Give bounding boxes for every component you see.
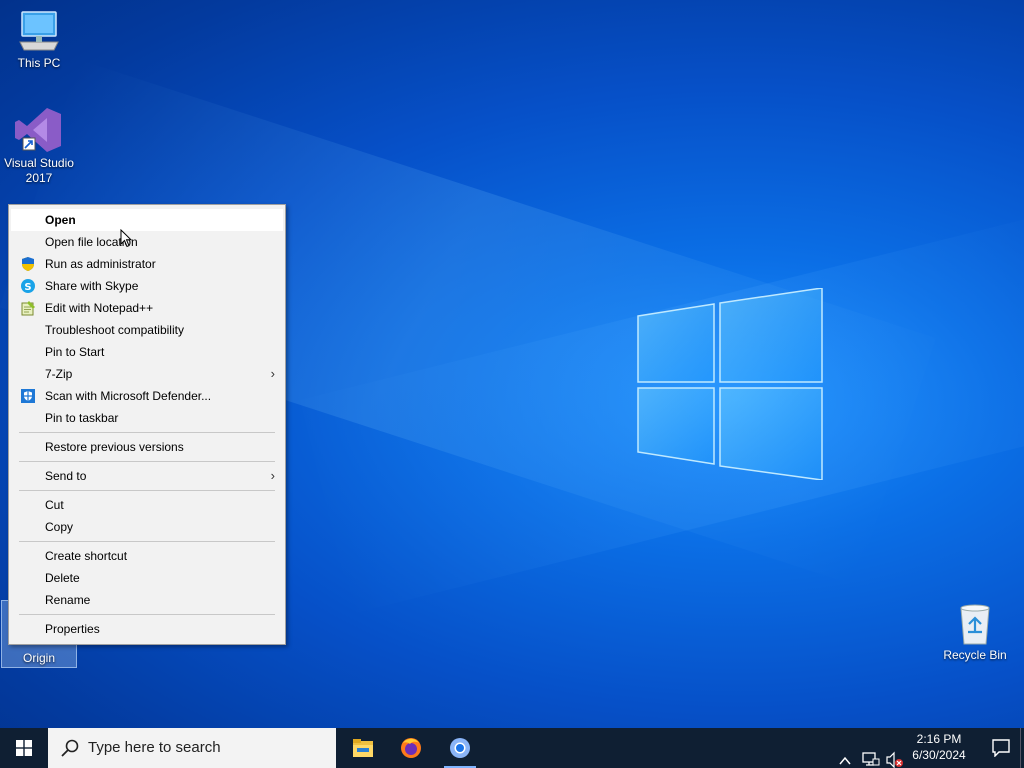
menu-separator xyxy=(19,432,275,433)
mouse-cursor-icon xyxy=(120,229,132,248)
menu-item-open-file-location[interactable]: Open file location xyxy=(11,231,283,253)
start-button[interactable] xyxy=(0,728,48,768)
menu-item-label: Restore previous versions xyxy=(45,440,184,454)
desktop-icon-label: 2017 xyxy=(25,171,53,185)
clock-time: 2:16 PM xyxy=(916,732,962,746)
windows-wallpaper-logo xyxy=(637,288,823,480)
menu-item-label: Scan with Microsoft Defender... xyxy=(45,389,212,403)
menu-item-label: Cut xyxy=(45,498,64,512)
desktop-icon-label: Origin xyxy=(22,651,55,665)
taskbar: Type here to search 2:16 PM 6/30/2024 xyxy=(0,728,1024,768)
defender-icon xyxy=(21,389,35,403)
taskbar-app-file-explorer[interactable] xyxy=(339,728,387,768)
notification-icon xyxy=(992,739,1010,757)
menu-item-edit-with-notepad-plus-plus[interactable]: Edit with Notepad++ xyxy=(11,297,283,319)
desktop-icon-recycle-bin[interactable]: Recycle Bin xyxy=(937,602,1013,663)
menu-item-pin-to-taskbar[interactable]: Pin to taskbar xyxy=(11,407,283,429)
visual-studio-icon xyxy=(15,108,61,152)
taskbar-app-firefox[interactable] xyxy=(387,728,435,768)
desktop-icon-label: This PC xyxy=(17,56,61,70)
menu-separator xyxy=(19,461,275,462)
clock-date: 6/30/2024 xyxy=(912,748,966,762)
chevron-up-icon[interactable] xyxy=(838,741,852,768)
menu-item-rename[interactable]: Rename xyxy=(11,589,283,611)
menu-item-label: Edit with Notepad++ xyxy=(45,301,154,315)
menu-item-label: Delete xyxy=(45,571,80,585)
skype-icon: S xyxy=(21,279,35,293)
menu-item-label: Open xyxy=(45,213,76,227)
chevron-right-icon: › xyxy=(270,468,275,483)
menu-item-label: Send to xyxy=(45,469,87,483)
menu-item-copy[interactable]: Copy xyxy=(11,516,283,538)
taskbar-clock[interactable]: 2:16 PM 6/30/2024 xyxy=(900,731,978,763)
chrome-icon xyxy=(450,738,470,758)
menu-item-troubleshoot-compatibility[interactable]: Troubleshoot compatibility xyxy=(11,319,283,341)
shield-icon xyxy=(22,257,34,271)
menu-item-label: 7-Zip xyxy=(45,367,73,381)
menu-item-label: Create shortcut xyxy=(45,549,128,563)
menu-item-send-to[interactable]: Send to › xyxy=(11,465,283,487)
desktop-icon-visual-studio[interactable]: Visual Studio 2017 xyxy=(1,106,77,186)
menu-item-label: Troubleshoot compatibility xyxy=(45,323,184,337)
menu-item-label: Copy xyxy=(45,520,74,534)
file-explorer-icon xyxy=(353,739,373,757)
menu-separator xyxy=(19,614,275,615)
notepad-plus-plus-icon xyxy=(21,301,35,316)
menu-item-share-with-skype[interactable]: S Share with Skype xyxy=(11,275,283,297)
menu-item-properties[interactable]: Properties xyxy=(11,618,283,640)
desktop-icon-label: Visual Studio xyxy=(4,156,74,170)
menu-item-label: Rename xyxy=(45,593,91,607)
menu-item-delete[interactable]: Delete xyxy=(11,567,283,589)
menu-item-label: Share with Skype xyxy=(45,279,139,293)
recycle-bin-icon xyxy=(960,604,990,645)
windows-start-icon xyxy=(16,740,32,756)
menu-item-restore-previous-versions[interactable]: Restore previous versions xyxy=(11,436,283,458)
computer-icon xyxy=(19,11,59,51)
svg-text:S: S xyxy=(24,282,31,293)
menu-item-label: Run as administrator xyxy=(45,257,156,271)
menu-separator xyxy=(19,541,275,542)
context-menu: Open Open file location Run as administr… xyxy=(8,204,286,645)
menu-separator xyxy=(19,490,275,491)
show-desktop-button[interactable] xyxy=(1020,728,1024,768)
taskbar-search-box[interactable]: Type here to search xyxy=(48,728,336,768)
menu-item-create-shortcut[interactable]: Create shortcut xyxy=(11,545,283,567)
menu-item-7-zip[interactable]: 7-Zip › xyxy=(11,363,283,385)
search-placeholder: Type here to search xyxy=(88,739,221,756)
menu-item-open[interactable]: Open xyxy=(11,209,283,231)
chevron-right-icon: › xyxy=(270,366,275,381)
firefox-icon xyxy=(401,738,421,758)
menu-item-scan-with-microsoft-defender[interactable]: Scan with Microsoft Defender... xyxy=(11,385,283,407)
search-icon xyxy=(61,739,79,757)
taskbar-app-chrome[interactable] xyxy=(436,728,484,768)
desktop-icon-label: Recycle Bin xyxy=(943,648,1007,662)
menu-item-run-as-administrator[interactable]: Run as administrator xyxy=(11,253,283,275)
action-center-button[interactable] xyxy=(978,728,1024,768)
desktop-icon-this-pc[interactable]: This PC xyxy=(1,8,77,71)
menu-item-label: Pin to taskbar xyxy=(45,411,119,425)
menu-item-label: Properties xyxy=(45,622,100,636)
menu-item-cut[interactable]: Cut xyxy=(11,494,283,516)
menu-item-label: Pin to Start xyxy=(45,345,105,359)
network-icon[interactable] xyxy=(862,740,880,768)
menu-item-pin-to-start[interactable]: Pin to Start xyxy=(11,341,283,363)
